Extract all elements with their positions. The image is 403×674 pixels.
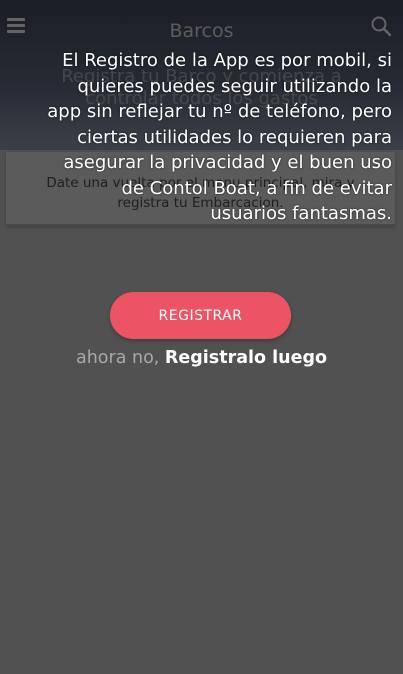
register-button[interactable]: REGISTRAR xyxy=(110,292,291,339)
register-later-line: ahora no, Registralo luego xyxy=(0,348,403,368)
register-later-link[interactable]: Registralo luego xyxy=(165,348,327,368)
dim-overlay xyxy=(0,150,403,674)
registration-tooltip: El Registro de la App es por mobil, si q… xyxy=(47,50,392,224)
app-screen: Barcos Registra tu Barco y comienza a co… xyxy=(0,0,403,674)
register-later-prefix: ahora no, xyxy=(75,348,165,368)
